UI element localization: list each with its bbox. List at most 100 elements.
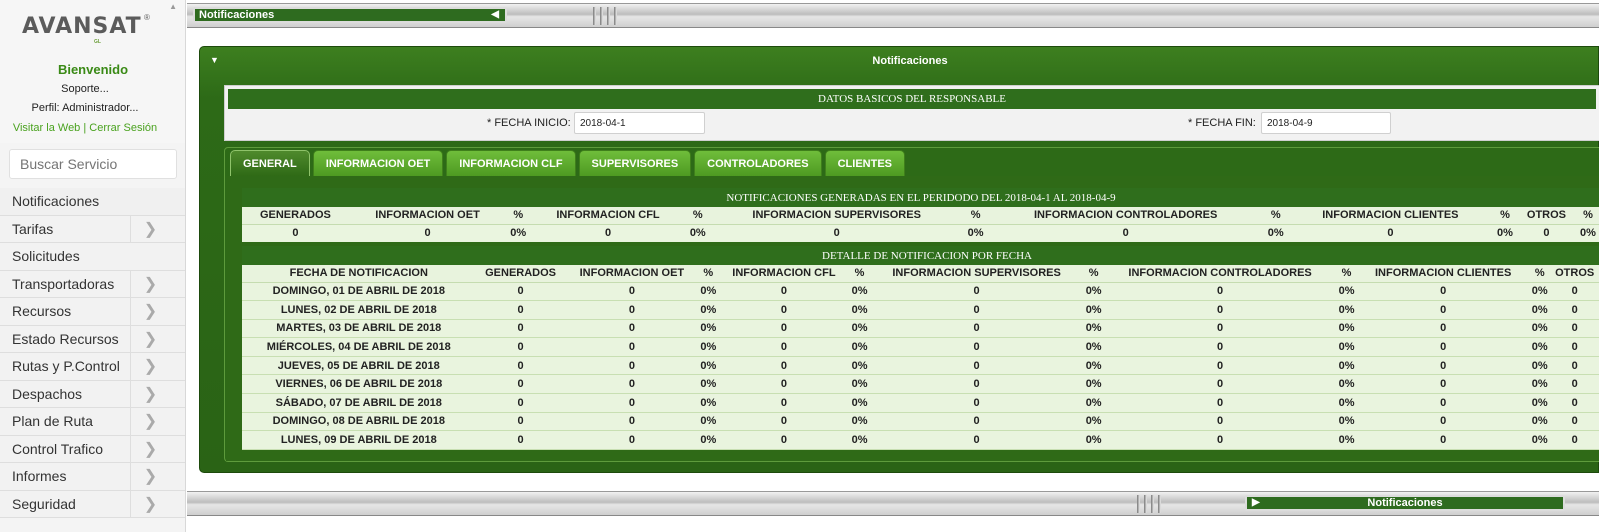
table-cell: 0 [1103, 393, 1337, 413]
chevron-right-icon[interactable]: ❯ [130, 408, 170, 435]
scroll-up-icon[interactable]: ▲ [169, 2, 177, 11]
detail-table: DETALLE DE NOTIFICACION POR FECHA FECHA … [242, 246, 1599, 450]
table-cell: 0 [565, 356, 699, 376]
sidebar-item-informes[interactable]: Informes ❯ [0, 463, 185, 491]
tab-general[interactable]: GENERAL [230, 150, 310, 176]
sidebar-item-label: Control Trafico [12, 440, 104, 457]
sidebar-item-estado-recursos[interactable]: Estado Recursos ❯ [0, 325, 185, 353]
table-row: MIÉRCOLES, 04 DE ABRIL DE 2018 0 0 0% 0 0% 0 0%… [242, 337, 1599, 357]
search-input[interactable] [10, 150, 176, 178]
triangle-right-icon[interactable]: ▶ [1252, 497, 1260, 508]
sidebar-item-solicitudes[interactable]: Solicitudes [0, 243, 185, 271]
sidebar-item-notificaciones[interactable]: Notificaciones [0, 188, 185, 216]
tab-supervisores[interactable]: SUPERVISORES [578, 150, 692, 176]
summary-header-cell: % [506, 207, 531, 225]
sidebar-item-label: Notificaciones [12, 193, 100, 210]
table-cell: 0% [849, 393, 870, 413]
tab-clientes[interactable]: CLIENTES [824, 150, 906, 176]
summary-header-cell: INFORMACION CLIENTES [1287, 207, 1494, 225]
summary-value-cell: 0 [530, 224, 686, 242]
chevron-right-icon[interactable]: ❯ [130, 215, 170, 242]
summary-header-cell: % [1263, 207, 1288, 225]
sidebar-item-seguridad[interactable]: Seguridad ❯ [0, 490, 185, 518]
table-cell: 0 [1103, 282, 1337, 302]
table-row: JUEVES, 05 DE ABRIL DE 2018 0 0 0% 0 0% 0 0% 0 0%… [242, 356, 1599, 376]
table-cell: 0 [475, 319, 566, 339]
summary-value-cell: 0% [963, 224, 988, 242]
summary-header-cell: % [1493, 207, 1517, 225]
sidebar-item-plan-de-ruta[interactable]: Plan de Ruta ❯ [0, 408, 185, 436]
sidebar-item-rutas-y-p-control[interactable]: Rutas y P.Control ❯ [0, 353, 185, 381]
table-cell: 0% [1083, 319, 1104, 339]
summary-header-cell: % [1575, 207, 1599, 225]
table-cell: 0 [1356, 412, 1530, 432]
sidebar-item-transportadoras[interactable]: Transportadoras ❯ [0, 270, 185, 298]
sidebar-item-tarifas[interactable]: Tarifas ❯ [0, 215, 185, 243]
welcome-text: Bienvenido [57, 62, 129, 77]
chevron-right-icon[interactable]: ❯ [130, 298, 170, 325]
table-cell: 0% [849, 412, 870, 432]
fecha-fin-label: * FECHA FIN: [1188, 117, 1256, 129]
top-notificaciones-tab[interactable]: Notificaciones ◀ [193, 7, 507, 23]
logout-link[interactable]: Cerrar Sesión [89, 122, 157, 134]
bottom-notificaciones-tab[interactable]: ▶ Notificaciones [1245, 495, 1565, 511]
sidebar-item-despachos[interactable]: Despachos ❯ [0, 380, 185, 408]
chevron-right-icon[interactable]: ❯ [130, 490, 170, 517]
tabs-container: GENERAL INFORMACION OET INFORMACION CLF SUP… [224, 147, 1599, 462]
detail-title: DETALLE DE NOTIFICACION POR FECHA [242, 246, 1599, 265]
visit-web-link[interactable]: Visitar la Web [13, 122, 80, 134]
sidebar-header: AVANSAT ® GL Bienvenido Soporte... Perfi… [0, 0, 185, 143]
table-row: MARTES, 03 DE ABRIL DE 2018 0 0 0% 0 0% 0 0% 0 0%… [242, 319, 1599, 339]
sidebar-links: Visitar la Web | Cerrar Sesión [12, 122, 158, 134]
summary-values-row: 0 0 0% 0 0% 0 0% 0 0% 0 0% 0 0% [242, 224, 1599, 242]
sidebar-item-control-trafico[interactable]: Control Trafico ❯ [0, 435, 185, 463]
detail-header-cell: % [1083, 265, 1104, 283]
summary-value-cell: 0% [1575, 224, 1599, 242]
table-cell: 0% [849, 430, 870, 450]
top-tab-bar: Notificaciones ◀ [187, 3, 1599, 28]
table-cell: 0% [1083, 374, 1104, 395]
triangle-left-icon[interactable]: ◀ [491, 9, 499, 20]
detail-header-cell: INFORMACION CFL [718, 265, 850, 283]
sidebar-item-label: Recursos [12, 303, 72, 320]
chevron-right-icon[interactable]: ❯ [130, 270, 170, 297]
table-cell: 0 [1549, 319, 1599, 339]
table-cell: 0% [1529, 356, 1550, 376]
summary-header-cell: % [963, 207, 988, 225]
table-cell: 0 [869, 282, 1084, 302]
tab-controladores[interactable]: CONTROLADORES [694, 150, 822, 176]
table-cell: 0% [849, 300, 870, 320]
table-cell: 0 [1103, 430, 1337, 450]
sidebar-item-label: Transportadoras [12, 275, 115, 292]
chevron-right-icon[interactable]: ❯ [130, 380, 170, 407]
detail-header-cell: GENERADOS [475, 265, 566, 283]
table-cell: 0 [1549, 374, 1599, 395]
sidebar-item-recursos[interactable]: Recursos ❯ [0, 298, 185, 326]
summary-header-cell: INFORMACION OET [348, 207, 507, 225]
grip-handle[interactable] [587, 7, 623, 25]
table-cell: 0 [1103, 319, 1337, 339]
chevron-right-icon[interactable]: ❯ [130, 463, 170, 490]
tab-informacion-oet[interactable]: INFORMACION OET [312, 150, 444, 176]
avansat-logo: AVANSAT ® GL [22, 13, 150, 45]
table-cell: 0 [1356, 337, 1530, 357]
detail-header-cell: INFORMACION SUPERVISORES [869, 265, 1084, 283]
chevron-right-icon[interactable]: ❯ [130, 325, 170, 352]
tab-informacion-clf[interactable]: INFORMACION CLF [446, 150, 576, 176]
table-cell: 0 [718, 374, 850, 395]
table-cell: 0 [475, 282, 566, 302]
sidebar-menu: Notificaciones Tarifas ❯ Solicitudes Transpo… [0, 188, 185, 518]
sidebar-item-label: Rutas y P.Control [12, 358, 120, 375]
summary-value-cell: 0 [1287, 224, 1494, 242]
summary-value-cell: 0 [709, 224, 964, 242]
detail-header-cell: FECHA DE NOTIFICACION [242, 265, 476, 283]
table-cell: 0% [1083, 430, 1104, 450]
table-cell: 0 [1549, 337, 1599, 357]
table-cell: 0 [718, 319, 850, 339]
fecha-inicio-label: * FECHA INICIO: [487, 117, 571, 129]
chevron-right-icon[interactable]: ❯ [130, 435, 170, 462]
chevron-right-icon[interactable]: ❯ [130, 353, 170, 380]
fecha-inicio-field[interactable] [574, 112, 705, 134]
grip-handle[interactable] [1131, 495, 1167, 513]
fecha-fin-field[interactable] [1261, 112, 1391, 134]
